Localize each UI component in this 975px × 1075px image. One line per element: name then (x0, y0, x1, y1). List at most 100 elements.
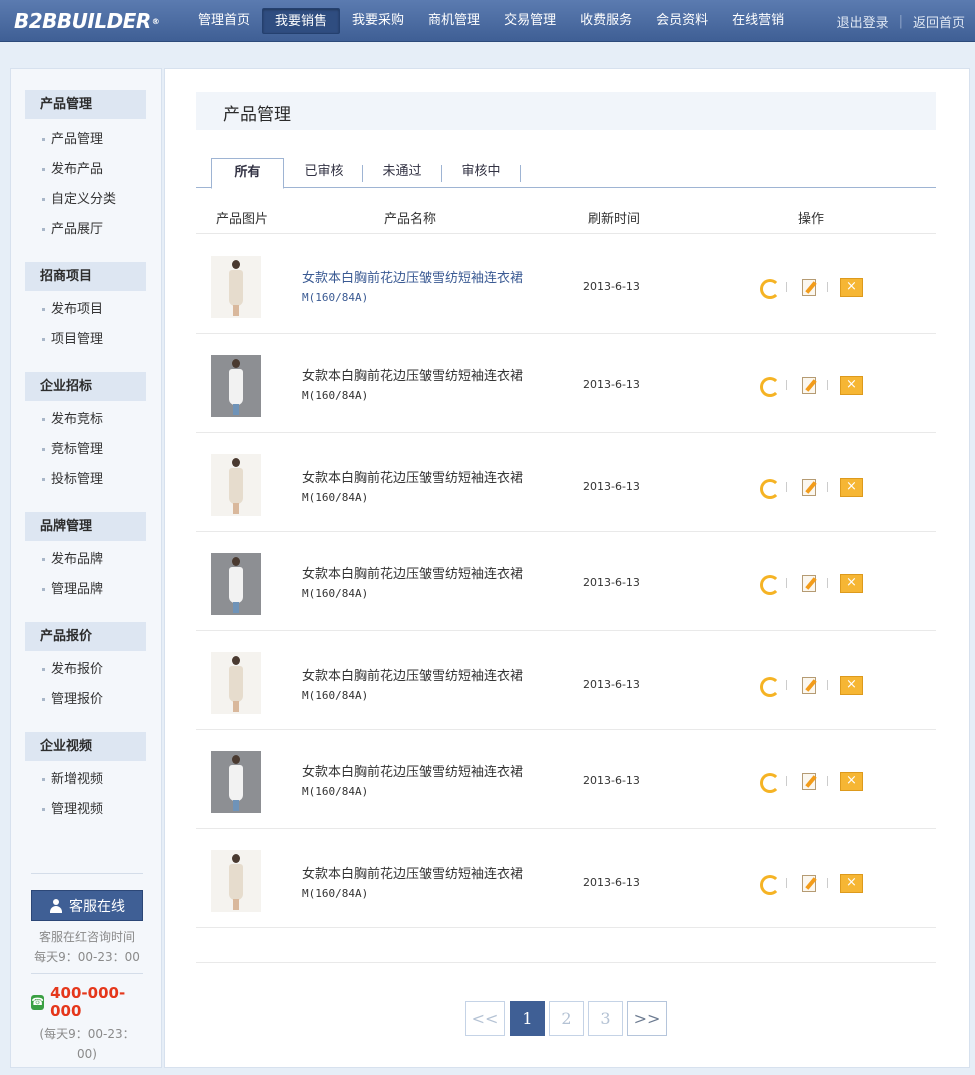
sidebar-item-product-manage[interactable]: 产品管理 (25, 125, 146, 155)
page-header: 产品管理 (196, 92, 936, 130)
delete-icon[interactable] (840, 675, 863, 695)
refresh-icon[interactable] (758, 675, 780, 697)
sidebar-item-tender-manage[interactable]: 投标管理 (25, 465, 146, 495)
column-header-refresh-time: 刷新时间 (588, 212, 641, 227)
product-image[interactable] (211, 256, 261, 318)
product-image[interactable] (211, 454, 261, 516)
refresh-icon[interactable] (758, 573, 780, 595)
row-actions (758, 873, 864, 895)
sidebar-item-custom-category[interactable]: 自定义分类 (25, 185, 146, 215)
action-divider (827, 578, 828, 588)
phone-hours: (每天9：00-23：00) (39, 1027, 135, 1061)
sidebar-item-video-manage[interactable]: 管理视频 (25, 795, 146, 825)
product-size: M(160/84A) (302, 491, 369, 504)
sidebar-group-quote: 产品报价 发布报价 管理报价 (25, 622, 146, 715)
product-name[interactable]: 女款本白胸前花边压皱雪纺短袖连衣裙 (302, 863, 523, 882)
nav-item-buy[interactable]: 我要采购 (340, 8, 416, 34)
tab-rejected[interactable]: 未通过 (363, 158, 441, 188)
refresh-icon[interactable] (758, 873, 780, 895)
column-header-image: 产品图片 (216, 212, 269, 227)
product-image[interactable] (211, 652, 261, 714)
action-divider (786, 776, 787, 786)
edit-icon[interactable] (799, 873, 819, 893)
product-name[interactable]: 女款本白胸前花边压皱雪纺短袖连衣裙 (302, 267, 523, 286)
pagination-page-3[interactable]: 3 (588, 1001, 623, 1036)
edit-icon[interactable] (799, 573, 819, 593)
sidebar-item-brand-manage[interactable]: 管理品牌 (25, 575, 146, 605)
pagination-page-1[interactable]: 1 (510, 1001, 545, 1036)
online-service-button[interactable]: 客服在线 (31, 890, 143, 921)
nav-item-opportunities[interactable]: 商机管理 (416, 8, 492, 34)
edit-icon[interactable] (799, 771, 819, 791)
action-divider (827, 482, 828, 492)
nav-item-member-info[interactable]: 会员资料 (644, 8, 720, 34)
product-image[interactable] (211, 355, 261, 417)
sidebar-item-publish-brand[interactable]: 发布品牌 (25, 545, 146, 575)
nav-item-online-marketing[interactable]: 在线营销 (720, 8, 796, 34)
tab-pending[interactable]: 审核中 (442, 158, 520, 188)
refresh-date: 2013-6-13 (583, 678, 640, 691)
edit-icon[interactable] (799, 477, 819, 497)
nav-item-admin-home[interactable]: 管理首页 (186, 8, 262, 34)
site-logo[interactable]: B2BBUILDER ® (14, 6, 160, 36)
sidebar-item-bid-manage[interactable]: 竞标管理 (25, 435, 146, 465)
sidebar-item-product-showroom[interactable]: 产品展厅 (25, 215, 146, 245)
delete-icon[interactable] (840, 277, 863, 297)
sidebar-group-title: 产品报价 (25, 622, 146, 651)
delete-icon[interactable] (840, 375, 863, 395)
refresh-icon[interactable] (758, 477, 780, 499)
product-size: M(160/84A) (302, 887, 369, 900)
product-name[interactable]: 女款本白胸前花边压皱雪纺短袖连衣裙 (302, 563, 523, 582)
product-name[interactable]: 女款本白胸前花边压皱雪纺短袖连衣裙 (302, 365, 523, 384)
action-divider (827, 776, 828, 786)
pagination-prev-button[interactable]: << (465, 1001, 505, 1036)
refresh-icon[interactable] (758, 771, 780, 793)
product-size: M(160/84A) (302, 389, 369, 402)
refresh-icon[interactable] (758, 375, 780, 397)
customer-service-panel: 客服在线 客服在红咨询时间 每天9：00-23：00 ☎ 400-000-000… (31, 873, 143, 1064)
sidebar-item-publish-bid[interactable]: 发布竞标 (25, 405, 146, 435)
delete-icon[interactable] (840, 573, 863, 593)
logout-link[interactable]: 退出登录 (827, 12, 899, 31)
action-divider (786, 578, 787, 588)
sidebar-item-add-video[interactable]: 新增视频 (25, 765, 146, 795)
pagination-page-2[interactable]: 2 (549, 1001, 584, 1036)
table-row: 女款本白胸前花边压皱雪纺短袖连衣裙 M(160/84A) 2013-6-13 (196, 729, 936, 829)
product-name[interactable]: 女款本白胸前花边压皱雪纺短袖连衣裙 (302, 761, 523, 780)
return-home-link[interactable]: 返回首页 (903, 12, 975, 31)
product-image[interactable] (211, 553, 261, 615)
table-row: 女款本白胸前花边压皱雪纺短袖连衣裙 M(160/84A) 2013-6-13 (196, 828, 936, 928)
product-size: M(160/84A) (302, 785, 369, 798)
tab-approved[interactable]: 已审核 (286, 158, 362, 188)
sidebar-item-quote-manage[interactable]: 管理报价 (25, 685, 146, 715)
nav-item-paid-services[interactable]: 收费服务 (568, 8, 644, 34)
product-image[interactable] (211, 850, 261, 912)
sidebar-item-publish-quote[interactable]: 发布报价 (25, 655, 146, 685)
sidebar-item-publish-product[interactable]: 发布产品 (25, 155, 146, 185)
delete-icon[interactable] (840, 771, 863, 791)
nav-item-sell[interactable]: 我要销售 (262, 8, 341, 34)
tab-all[interactable]: 所有 (211, 158, 284, 189)
product-name[interactable]: 女款本白胸前花边压皱雪纺短袖连衣裙 (302, 467, 523, 486)
action-divider (786, 680, 787, 690)
refresh-date: 2013-6-13 (583, 378, 640, 391)
sidebar-group-title: 企业招标 (25, 372, 146, 401)
column-header-name: 产品名称 (384, 212, 437, 227)
delete-icon[interactable] (840, 477, 863, 497)
edit-icon[interactable] (799, 375, 819, 395)
delete-icon[interactable] (840, 873, 863, 893)
nav-item-trades[interactable]: 交易管理 (492, 8, 568, 34)
pagination-next-button[interactable]: >> (627, 1001, 667, 1036)
product-image[interactable] (211, 751, 261, 813)
refresh-icon[interactable] (758, 277, 780, 299)
edit-icon[interactable] (799, 675, 819, 695)
sidebar-item-project-manage[interactable]: 项目管理 (25, 325, 146, 355)
refresh-date: 2013-6-13 (583, 480, 640, 493)
main-nav: 管理首页 我要销售 我要采购 商机管理 交易管理 收费服务 会员资料 在线营销 (186, 0, 796, 42)
service-note: 客服在红咨询时间 (38, 930, 135, 944)
product-name[interactable]: 女款本白胸前花边压皱雪纺短袖连衣裙 (302, 665, 523, 684)
row-actions (758, 573, 864, 595)
edit-icon[interactable] (799, 277, 819, 297)
sidebar-item-publish-project[interactable]: 发布项目 (25, 295, 146, 325)
refresh-date: 2013-6-13 (583, 876, 640, 889)
